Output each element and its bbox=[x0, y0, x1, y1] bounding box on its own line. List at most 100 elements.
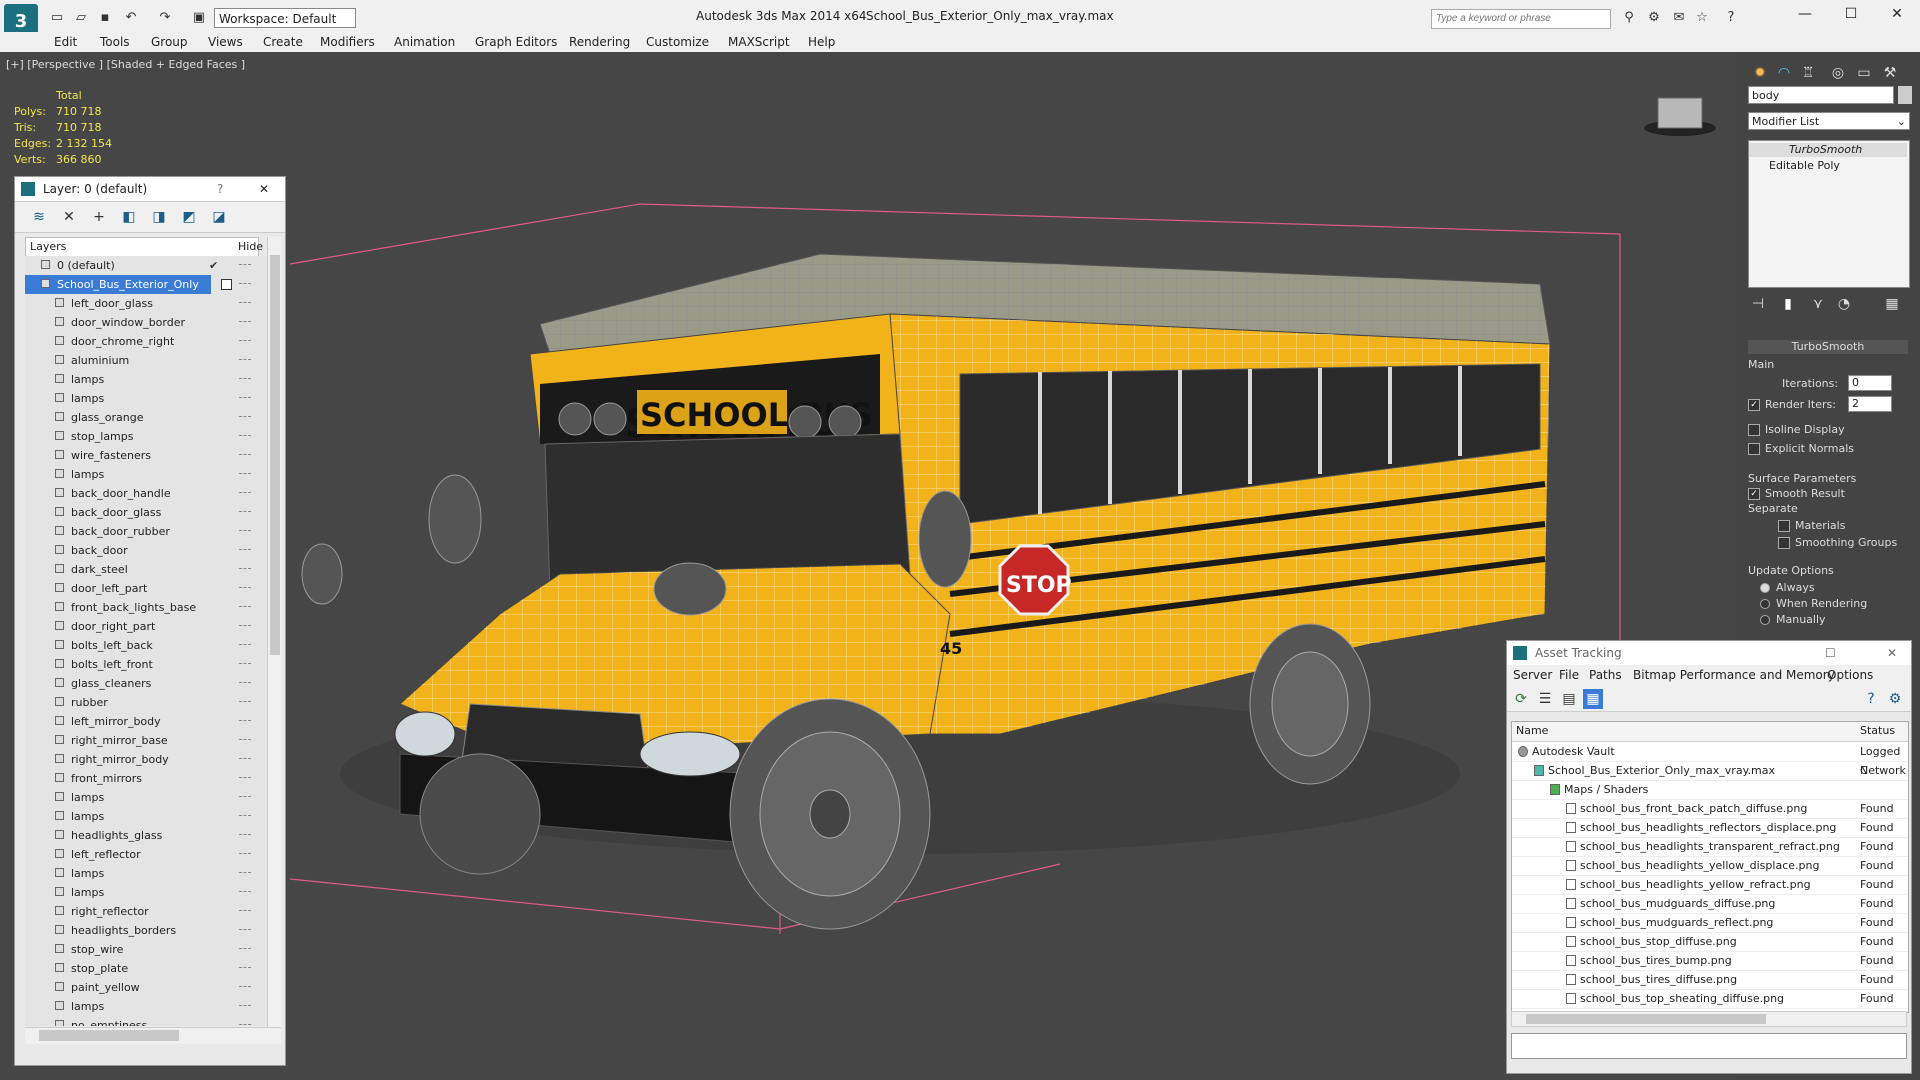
binoculars-icon[interactable]: ⚲ bbox=[1620, 9, 1638, 27]
hide-toggle[interactable] bbox=[239, 397, 251, 400]
layer-row[interactable]: headlights_borders bbox=[25, 921, 257, 940]
asset-row[interactable]: school_bus_mudguards_diffuse.png Found bbox=[1512, 894, 1908, 914]
project-folder-icon[interactable]: ▣ bbox=[190, 9, 208, 27]
menu-rendering[interactable]: Rendering bbox=[569, 35, 630, 49]
asset-hscroll-thumb[interactable] bbox=[1526, 1014, 1766, 1024]
layer-row[interactable]: lamps bbox=[25, 807, 257, 826]
layer-row[interactable]: front_back_lights_base bbox=[25, 598, 257, 617]
layer-row[interactable]: back_door bbox=[25, 541, 257, 560]
hide-all-icon[interactable]: ◩ bbox=[179, 207, 199, 227]
hide-toggle[interactable] bbox=[239, 739, 251, 742]
layer-row[interactable]: door_chrome_right bbox=[25, 332, 257, 351]
hide-toggle[interactable] bbox=[239, 473, 251, 476]
hide-toggle[interactable] bbox=[239, 720, 251, 723]
layer-row[interactable]: stop_lamps bbox=[25, 427, 257, 446]
when-rendering-radio[interactable] bbox=[1760, 599, 1770, 609]
show-end-result-icon[interactable]: ▮ bbox=[1778, 294, 1798, 314]
hide-toggle[interactable] bbox=[239, 796, 251, 799]
menu-maxscript[interactable]: MAXScript bbox=[728, 35, 790, 49]
asset-path-field[interactable] bbox=[1511, 1033, 1907, 1059]
object-color-swatch[interactable] bbox=[1898, 86, 1912, 104]
asset-row[interactable]: School_Bus_Exterior_Only_max_vray.max Net… bbox=[1512, 761, 1908, 781]
menu-group[interactable]: Group bbox=[151, 35, 188, 49]
layer-row[interactable]: stop_plate bbox=[25, 959, 257, 978]
set-current-layer-icon[interactable] bbox=[221, 279, 232, 290]
layer-row[interactable]: bolts_left_back bbox=[25, 636, 257, 655]
modify-tab-icon[interactable]: ◠ bbox=[1774, 63, 1794, 83]
layer-row[interactable]: rubber bbox=[25, 693, 257, 712]
vscroll-thumb[interactable] bbox=[270, 255, 280, 655]
hide-toggle[interactable] bbox=[239, 606, 251, 609]
list-view-icon[interactable]: ☰ bbox=[1535, 689, 1555, 709]
col-layers[interactable]: Layers bbox=[30, 240, 66, 253]
utilities-tab-icon[interactable]: ⚒ bbox=[1880, 63, 1900, 83]
layer-row[interactable]: lamps bbox=[25, 788, 257, 807]
hide-toggle[interactable] bbox=[239, 264, 251, 267]
new-layer-icon[interactable]: ≋ bbox=[29, 207, 49, 227]
hscroll-thumb[interactable] bbox=[39, 1030, 179, 1041]
layer-row[interactable]: glass_cleaners bbox=[25, 674, 257, 693]
asset-help-icon[interactable]: ? bbox=[1861, 689, 1881, 709]
layer-row[interactable]: lamps bbox=[25, 997, 257, 1016]
hide-toggle[interactable] bbox=[239, 359, 251, 362]
hide-toggle[interactable] bbox=[239, 321, 251, 324]
layer-row[interactable]: door_right_part bbox=[25, 617, 257, 636]
asset-row[interactable]: school_bus_top_sheating_diffuse.png Found bbox=[1512, 989, 1908, 1009]
asset-row[interactable]: Maps / Shaders bbox=[1512, 780, 1908, 800]
hide-toggle[interactable] bbox=[239, 1005, 251, 1008]
layer-row[interactable]: right_reflector bbox=[25, 902, 257, 921]
layer-row[interactable]: back_door_handle bbox=[25, 484, 257, 503]
favorites-star-icon[interactable]: ☆ bbox=[1693, 9, 1711, 27]
hide-toggle[interactable] bbox=[239, 625, 251, 628]
delete-layer-icon[interactable]: ✕ bbox=[59, 207, 79, 227]
asset-menu-options[interactable]: Options bbox=[1827, 668, 1873, 682]
asset-hscroll[interactable] bbox=[1511, 1011, 1907, 1027]
freeze-all-icon[interactable]: ◪ bbox=[209, 207, 229, 227]
hide-toggle[interactable] bbox=[239, 454, 251, 457]
layer-row[interactable]: door_left_part bbox=[25, 579, 257, 598]
layer-row[interactable]: lamps bbox=[25, 370, 257, 389]
hide-toggle[interactable] bbox=[239, 340, 251, 343]
open-file-icon[interactable]: ▱ bbox=[72, 9, 90, 27]
maximize-button[interactable]: ☐ bbox=[1836, 6, 1866, 26]
viewcube[interactable] bbox=[1644, 97, 1716, 136]
smooth-result-checkbox[interactable]: ✓ bbox=[1748, 488, 1760, 500]
asset-tracking-titlebar[interactable]: Asset Tracking ☐ ✕ bbox=[1507, 641, 1911, 665]
menu-customize[interactable]: Customize bbox=[646, 35, 709, 49]
hide-toggle[interactable] bbox=[239, 929, 251, 932]
col-hide[interactable]: Hide bbox=[238, 240, 263, 253]
asset-close-button[interactable]: ✕ bbox=[1887, 641, 1897, 665]
hide-toggle[interactable] bbox=[239, 701, 251, 704]
hide-toggle[interactable] bbox=[239, 986, 251, 989]
layer-row[interactable]: lamps bbox=[25, 465, 257, 484]
asset-row[interactable]: school_bus_mudguards_reflect.png Found bbox=[1512, 913, 1908, 933]
materials-checkbox[interactable] bbox=[1778, 520, 1790, 532]
table-view-icon[interactable]: ▦ bbox=[1583, 689, 1603, 709]
hide-toggle[interactable] bbox=[239, 644, 251, 647]
menu-modifiers[interactable]: Modifiers bbox=[320, 35, 375, 49]
layer-row[interactable]: lamps bbox=[25, 883, 257, 902]
current-layer-check-icon[interactable]: ✔ bbox=[209, 256, 218, 275]
layer-row[interactable]: back_door_glass bbox=[25, 503, 257, 522]
layer-row[interactable]: wire_fasteners bbox=[25, 446, 257, 465]
hide-toggle[interactable] bbox=[239, 777, 251, 780]
hide-toggle[interactable] bbox=[239, 663, 251, 666]
hide-toggle[interactable] bbox=[239, 492, 251, 495]
hide-toggle[interactable] bbox=[239, 834, 251, 837]
render-iters-spinner[interactable]: 2 bbox=[1848, 396, 1892, 412]
hide-toggle[interactable] bbox=[239, 549, 251, 552]
layer-row[interactable]: paint_yellow bbox=[25, 978, 257, 997]
asset-row[interactable]: school_bus_headlights_reflectors_displac… bbox=[1512, 818, 1908, 838]
layer-row[interactable]: right_mirror_base bbox=[25, 731, 257, 750]
communication-icon[interactable]: ✉ bbox=[1670, 9, 1688, 27]
help-icon[interactable]: ? bbox=[1722, 9, 1740, 27]
menu-views[interactable]: Views bbox=[208, 35, 243, 49]
add-to-layer-icon[interactable]: + bbox=[89, 207, 109, 227]
layer-row[interactable]: lamps bbox=[25, 389, 257, 408]
motion-tab-icon[interactable]: ◎ bbox=[1828, 63, 1848, 83]
menu-edit[interactable]: Edit bbox=[54, 35, 77, 49]
asset-row[interactable]: school_bus_headlights_transparent_refrac… bbox=[1512, 837, 1908, 857]
layer-row-selected[interactable]: School_Bus_Exterior_Only bbox=[25, 275, 251, 294]
modifier-list-dropdown[interactable]: Modifier List ⌄ bbox=[1748, 112, 1910, 130]
refresh-icon[interactable]: ⟳ bbox=[1511, 689, 1531, 709]
